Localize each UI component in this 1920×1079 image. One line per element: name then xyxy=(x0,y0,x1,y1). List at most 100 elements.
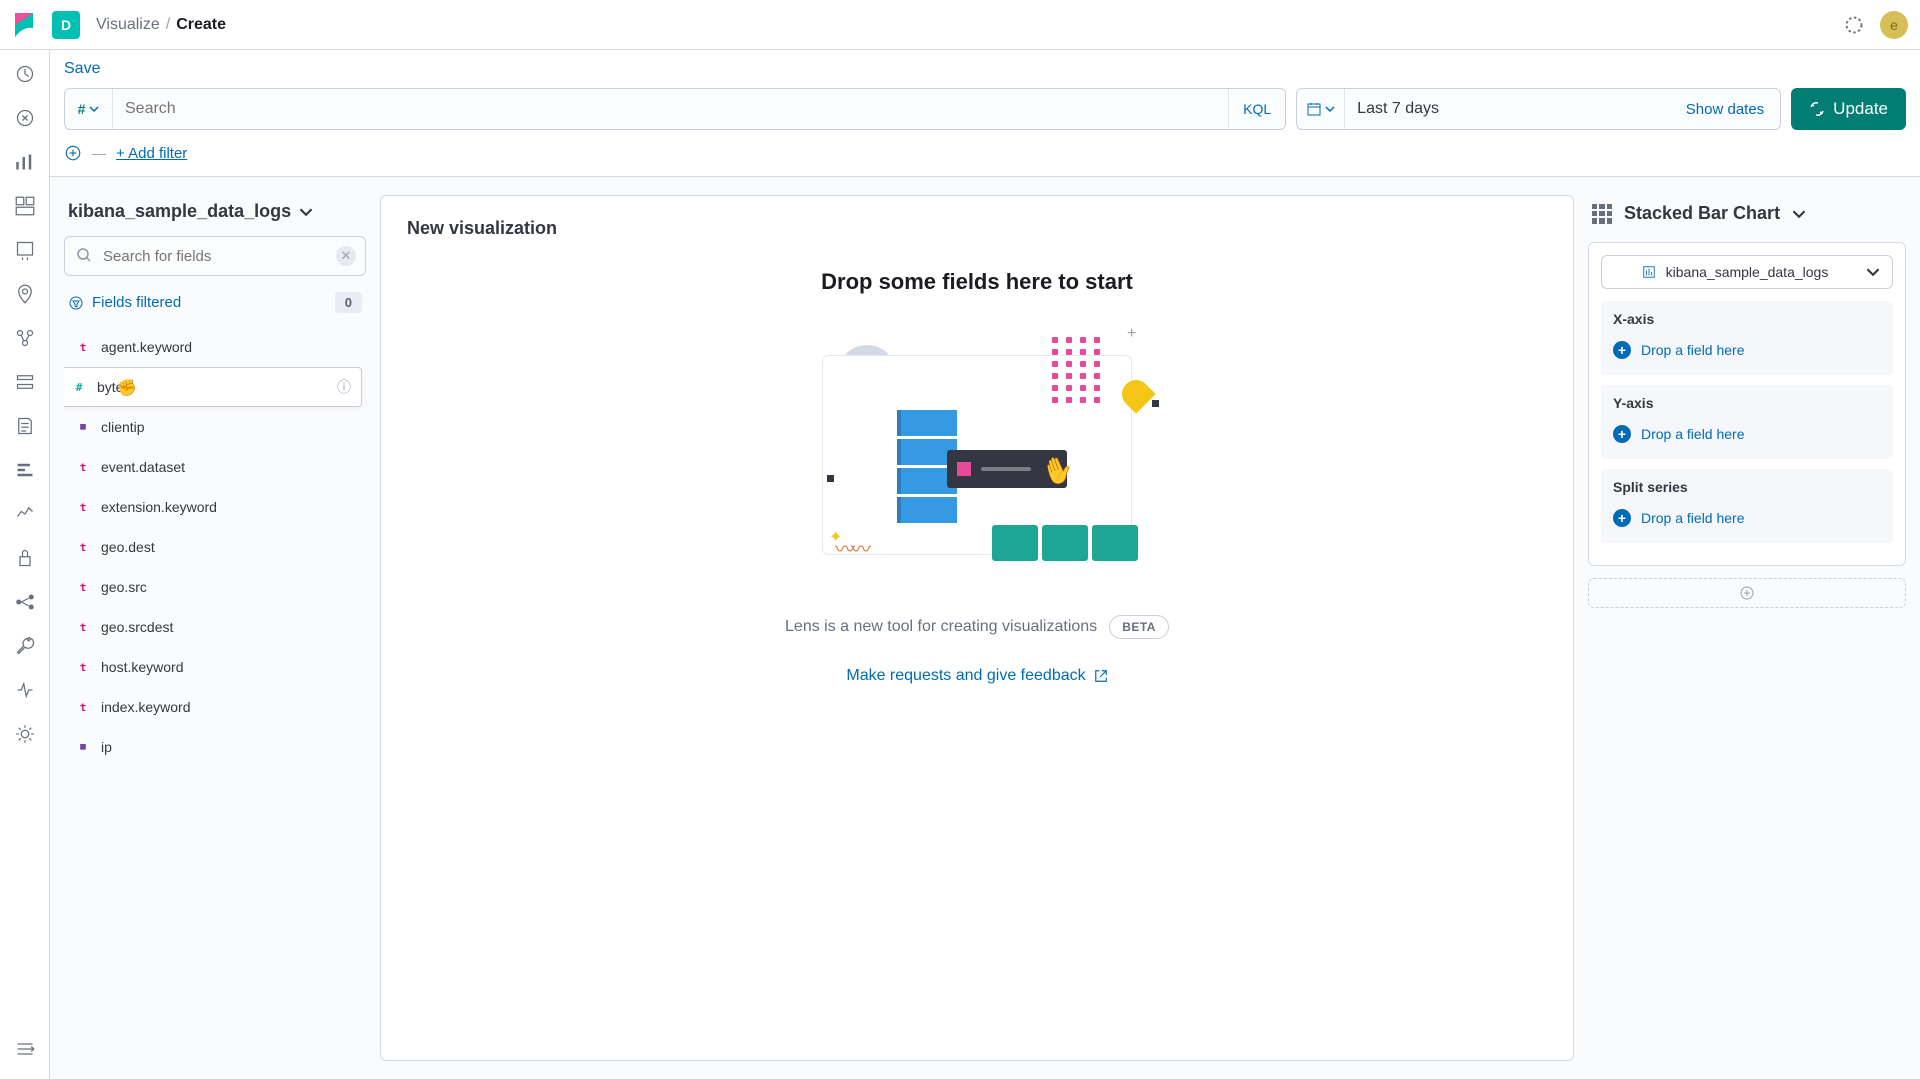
feedback-link[interactable]: Make requests and give feedback xyxy=(846,667,1107,685)
maps-icon[interactable] xyxy=(15,284,35,304)
hash-icon: # xyxy=(78,101,86,117)
breadcrumb-visualize[interactable]: Visualize xyxy=(96,16,160,34)
search-icon xyxy=(76,247,92,263)
plus-icon: + xyxy=(1613,425,1631,443)
stacked-bar-icon xyxy=(1592,204,1612,224)
field-name-label: index.keyword xyxy=(101,699,191,715)
show-dates-button[interactable]: Show dates xyxy=(1670,89,1780,129)
divider: — xyxy=(92,145,106,161)
field-item[interactable]: tgeo.srcdest xyxy=(64,607,366,647)
filter-settings-icon[interactable] xyxy=(64,144,82,162)
lens-note-text: Lens is a new tool for creating visualiz… xyxy=(785,618,1097,636)
chevron-down-icon xyxy=(1792,207,1806,221)
config-panel: Stacked Bar Chart kibana_sample_data_log… xyxy=(1588,195,1906,1061)
chevron-down-icon xyxy=(1325,104,1335,114)
save-button[interactable]: Save xyxy=(64,60,100,77)
field-name-label: clientip xyxy=(101,419,145,435)
query-language-switcher[interactable]: KQL xyxy=(1228,89,1285,129)
field-item[interactable]: #bytes✊ xyxy=(64,367,362,407)
axis-label: Split series xyxy=(1613,479,1881,495)
top-bar: D Visualize / Create e xyxy=(0,0,1920,50)
index-pattern-icon xyxy=(1642,265,1656,279)
discover-icon[interactable] xyxy=(15,108,35,128)
drop-field-label: Drop a field here xyxy=(1641,510,1745,526)
add-filter-button[interactable]: + Add filter xyxy=(116,145,187,162)
clear-icon[interactable]: ✕ xyxy=(336,246,356,266)
visualize-icon[interactable] xyxy=(15,152,35,172)
axis-section: Split series +Drop a field here xyxy=(1601,469,1893,543)
calendar-icon xyxy=(1306,101,1322,117)
space-selector[interactable]: D xyxy=(52,11,80,39)
date-range-label[interactable]: Last 7 days xyxy=(1345,89,1670,129)
monitoring-icon[interactable] xyxy=(15,680,35,700)
field-item[interactable]: tagent.keyword xyxy=(64,327,366,367)
axis-section: X-axis +Drop a field here xyxy=(1601,301,1893,375)
chart-type-selector[interactable]: Stacked Bar Chart xyxy=(1588,195,1906,242)
apm-icon[interactable] xyxy=(15,460,35,480)
filter-icon xyxy=(68,295,84,311)
popout-icon xyxy=(1094,669,1108,683)
drop-illustration[interactable]: ✋ ✦ + 〰〰 xyxy=(787,315,1167,575)
axis-label: Y-axis xyxy=(1613,395,1881,411)
update-button[interactable]: Update xyxy=(1791,88,1906,130)
field-item[interactable]: ▦clientip xyxy=(64,407,366,447)
uptime-icon[interactable] xyxy=(15,504,35,524)
news-icon[interactable] xyxy=(1844,15,1864,35)
field-name-label: extension.keyword xyxy=(101,499,217,515)
field-name-label: host.keyword xyxy=(101,659,183,675)
drop-field-target[interactable]: +Drop a field here xyxy=(1613,335,1881,365)
breadcrumb-current: Create xyxy=(176,16,226,34)
query-filter-options[interactable]: # xyxy=(65,89,113,129)
workspace-title: New visualization xyxy=(407,218,1547,239)
field-name-label: ip xyxy=(101,739,112,755)
kibana-logo-icon[interactable] xyxy=(12,13,36,37)
search-input[interactable] xyxy=(113,89,1228,129)
user-avatar[interactable]: e xyxy=(1880,11,1908,39)
devtools-icon[interactable] xyxy=(15,636,35,656)
visualization-workspace: New visualization Drop some fields here … xyxy=(380,195,1574,1061)
management-icon[interactable] xyxy=(15,724,35,744)
beta-badge: BETA xyxy=(1109,615,1169,639)
fields-filtered-button[interactable]: Fields filtered xyxy=(68,294,181,311)
infra-icon[interactable] xyxy=(15,372,35,392)
drop-field-target[interactable]: +Drop a field here xyxy=(1613,503,1881,533)
chevron-down-icon xyxy=(1866,265,1880,279)
drop-field-label: Drop a field here xyxy=(1641,426,1745,442)
logs-icon[interactable] xyxy=(15,416,35,436)
recent-icon[interactable] xyxy=(15,64,35,84)
field-item[interactable]: tevent.dataset xyxy=(64,447,366,487)
axis-label: X-axis xyxy=(1613,311,1881,327)
index-pattern-selector[interactable]: kibana_sample_data_logs xyxy=(64,195,366,236)
drop-field-label: Drop a field here xyxy=(1641,342,1745,358)
breadcrumb-sep: / xyxy=(166,16,170,34)
collapse-icon[interactable] xyxy=(15,1039,35,1059)
graph-icon[interactable] xyxy=(15,592,35,612)
field-item[interactable]: tgeo.dest xyxy=(64,527,366,567)
add-layer-button[interactable] xyxy=(1588,578,1906,608)
breadcrumb: Visualize / Create xyxy=(96,16,226,34)
field-item[interactable]: tindex.keyword xyxy=(64,687,366,727)
dashboard-icon[interactable] xyxy=(15,196,35,216)
field-list[interactable]: tagent.keyword#bytes✊▦clientiptevent.dat… xyxy=(64,327,366,1061)
field-item[interactable]: t geo.src xyxy=(64,567,366,607)
field-type-icon: t xyxy=(75,579,91,595)
field-search-input[interactable] xyxy=(64,236,366,276)
field-item[interactable]: ▦ip xyxy=(64,727,366,767)
field-item[interactable]: thost.keyword xyxy=(64,647,366,687)
canvas-icon[interactable] xyxy=(15,240,35,260)
siem-icon[interactable] xyxy=(15,548,35,568)
field-name-label: geo.srcdest xyxy=(101,619,173,635)
query-bar: # KQL Last 7 days Show dates Update xyxy=(50,78,1920,140)
date-quick-select[interactable] xyxy=(1297,89,1345,129)
field-type-icon: t xyxy=(75,459,91,475)
drop-field-target[interactable]: + Drop a field here xyxy=(1613,419,1881,449)
field-name-label: geo.src xyxy=(101,579,147,595)
field-item[interactable]: textension.keyword xyxy=(64,487,366,527)
ml-icon[interactable] xyxy=(15,328,35,348)
drop-headline: Drop some fields here to start xyxy=(821,269,1133,295)
plus-icon xyxy=(1739,585,1755,601)
axis-section: Y-axis + Drop a field here xyxy=(1601,385,1893,459)
layer-index-selector[interactable]: kibana_sample_data_logs xyxy=(1601,255,1893,289)
refresh-icon xyxy=(1809,101,1825,117)
field-count-badge: 0 xyxy=(335,292,362,313)
